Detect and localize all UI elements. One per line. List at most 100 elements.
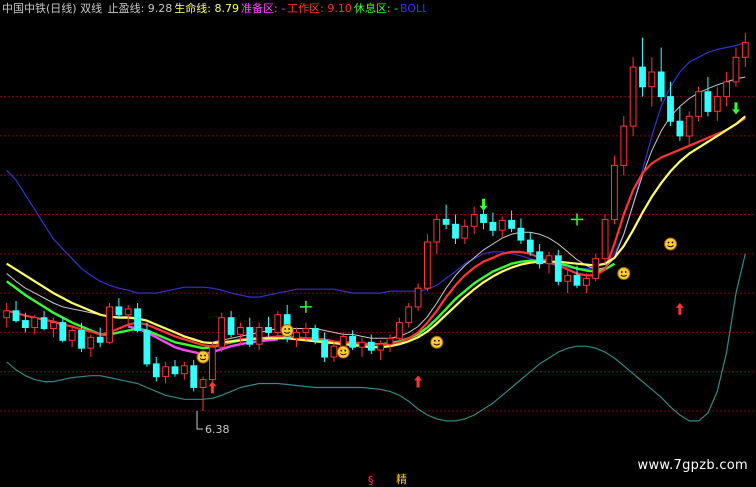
header-item-5: BOLL_UPPER: 9.63 <box>400 2 426 15</box>
candle-body-52 <box>489 221 497 231</box>
candle-body-64 <box>601 218 609 260</box>
candle-body-73 <box>685 115 693 137</box>
candle-body-26 <box>246 327 254 345</box>
candle-body-57 <box>536 251 544 265</box>
series-prep-zone-0 <box>127 325 278 356</box>
candle-body-31 <box>293 331 300 339</box>
annotations: 6.38 <box>196 411 230 436</box>
candle-body-13 <box>124 308 132 316</box>
candle-body-66 <box>620 125 628 166</box>
candle-body-27 <box>255 327 263 345</box>
candle-body-70 <box>657 71 665 98</box>
up-arrow-icon-1 <box>414 375 423 388</box>
smiley-face-icon-3 <box>617 266 631 280</box>
header-item-1: 生命线: 8.79 <box>174 2 239 15</box>
down-arrow-icon-1 <box>731 102 740 115</box>
smiley-eye-right-4 <box>671 241 674 244</box>
candle-body-49 <box>461 225 469 239</box>
candle-body-22 <box>209 346 216 381</box>
candle-body-61 <box>573 274 581 286</box>
candle-body-76 <box>713 96 721 112</box>
candle-body-3 <box>31 317 39 329</box>
watermark-text: www.7gpzb.com <box>637 458 748 473</box>
candle-body-12 <box>115 306 123 316</box>
candle-body-7 <box>68 330 76 341</box>
candle-body-16 <box>152 363 160 378</box>
candle-body-67 <box>629 66 637 127</box>
smiley-face-icon-2 <box>336 345 350 359</box>
candle-body-53 <box>498 219 506 231</box>
chart-title: 中国中铁(日线) 双线 <box>2 2 103 15</box>
candle-body-29 <box>274 314 282 333</box>
candle-body-78 <box>732 56 740 83</box>
candle-body-55 <box>517 227 525 241</box>
candle-body-41 <box>386 337 394 345</box>
candle-body-38 <box>358 341 366 348</box>
candle-body-1 <box>12 310 20 322</box>
up-arrow-icon-0 <box>208 381 217 394</box>
candle-body-5 <box>50 322 57 330</box>
candle-body-71 <box>667 96 674 122</box>
candle-body-14 <box>134 308 141 331</box>
candle-body-24 <box>227 317 235 335</box>
smiley-eye-left-0 <box>284 328 287 330</box>
candle-body-8 <box>78 330 85 349</box>
low-annotation-leader <box>196 411 204 430</box>
candle-body-51 <box>480 214 487 223</box>
footer-mark-1: § <box>368 474 374 487</box>
candle-body-39 <box>367 341 375 351</box>
candle-body-36 <box>339 335 347 347</box>
smiley-eye-left-2 <box>340 349 343 352</box>
series-boll-lower-0 <box>6 253 746 422</box>
grid-lines <box>0 96 756 412</box>
candle-body-17 <box>162 366 169 378</box>
candle-body-60 <box>564 274 572 282</box>
candle-body-62 <box>583 277 590 286</box>
smiley-eye-right-0 <box>288 328 291 330</box>
kline-chart[interactable]: 6.38 <box>0 0 756 487</box>
smiley-eye-right-2 <box>344 349 347 352</box>
candle-body-4 <box>40 317 48 330</box>
candle-body-63 <box>592 258 600 279</box>
down-arrow-icon-0 <box>479 198 488 211</box>
header-item-2: 准备区: - <box>241 2 286 15</box>
candle-body-20 <box>190 365 198 388</box>
candle-body-56 <box>526 239 534 253</box>
candle-body-65 <box>611 164 618 220</box>
candle-body-59 <box>554 255 562 282</box>
candle-body-47 <box>442 218 450 225</box>
candle-body-75 <box>704 91 712 112</box>
candle-body-46 <box>433 218 441 243</box>
smiley-eye-left-4 <box>667 241 670 244</box>
candle-body-77 <box>723 81 731 98</box>
candle-body-44 <box>414 287 422 308</box>
candle-body-18 <box>171 366 179 375</box>
header-items: 止盈线: 9.28 生命线: 8.79 准备区: - 工作区: 9.10 休息区: -B… <box>108 2 426 15</box>
candle-body-9 <box>87 336 95 349</box>
low-price-label: 6.38 <box>205 423 230 436</box>
signal-markers <box>196 102 740 394</box>
series-rest-zone-0 <box>5 259 616 350</box>
smiley-eye-left-5 <box>200 354 202 357</box>
candle-body-33 <box>311 328 319 341</box>
candle-body-54 <box>508 219 516 229</box>
indicator-header: 中国中铁(日线) 双线 止盈线: 9.28 生命线: 8.79 准备区: - 工作区:… <box>2 1 426 17</box>
header-item-4: 休息区: - <box>353 2 399 15</box>
smiley-face-icon-4 <box>664 237 678 251</box>
candle-body-0 <box>3 310 11 319</box>
candle-body-2 <box>22 320 29 329</box>
candle-body-15 <box>143 330 151 365</box>
candle-body-48 <box>452 223 459 239</box>
candle-body-23 <box>218 317 226 348</box>
candle-body-69 <box>648 71 656 88</box>
header-item-0: 止盈线: 9.28 <box>107 2 173 15</box>
up-arrow-icon-2 <box>675 302 684 315</box>
candle-body-25 <box>237 327 244 335</box>
candle-body-74 <box>695 91 703 117</box>
candle-body-19 <box>180 365 188 375</box>
candle-body-43 <box>405 306 413 324</box>
smiley-face-icon-5 <box>196 350 210 364</box>
candle-body-11 <box>106 306 113 343</box>
candle-body-37 <box>349 335 357 348</box>
candle-body-50 <box>470 214 478 227</box>
